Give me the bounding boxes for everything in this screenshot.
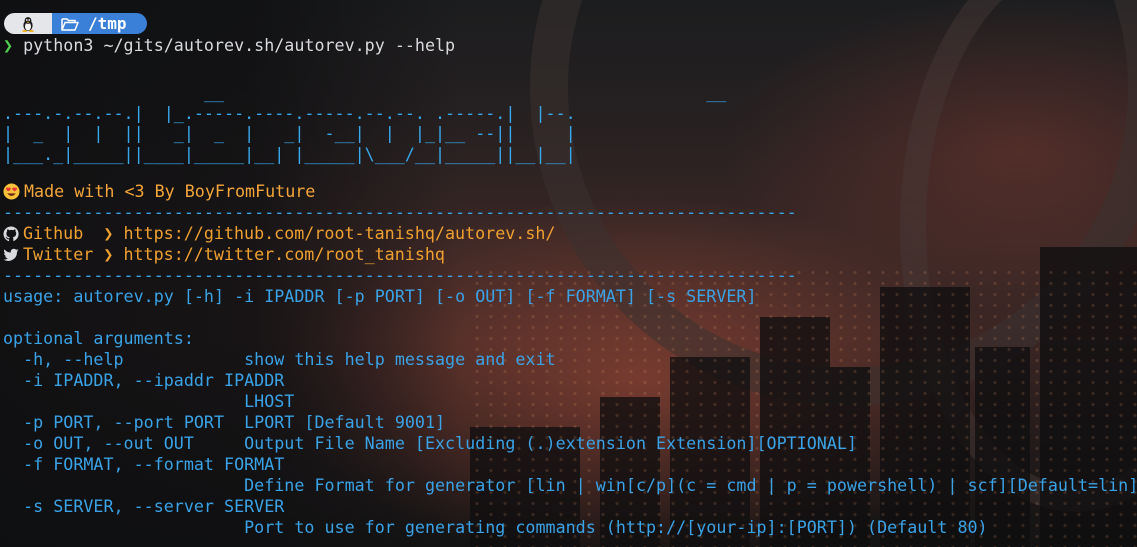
twitter-line: Twitter ❯ https://twitter.com/root_tanis… xyxy=(3,244,445,265)
separator-bottom: ----------------------------------------… xyxy=(3,265,797,285)
linux-tux-icon xyxy=(4,13,52,34)
usage-line: usage: autorev.py [-h] -i IPADDR [-p POR… xyxy=(3,286,757,306)
twitter-bird-icon xyxy=(3,248,19,261)
ascii-banner: __ __ .---.-.--.--.| |_.-----.----.-----… xyxy=(3,82,726,164)
option-format-desc: Define Format for generator [lin | win[c… xyxy=(3,475,1137,495)
heart-eyes-emoji-icon xyxy=(3,183,20,200)
optional-arguments-heading: optional arguments: xyxy=(3,328,194,348)
current-directory: /tmp xyxy=(52,13,147,34)
github-url[interactable]: https://github.com/root-tanishq/autorev.… xyxy=(123,223,555,243)
twitter-label: Twitter ❯ xyxy=(23,244,114,264)
ascii-line: | _ | | || _| _ | _| -__| | |_|__ --|| | xyxy=(3,123,576,143)
github-icon xyxy=(3,226,19,242)
prompt-segment: /tmp xyxy=(4,13,147,34)
option-help: -h, --help show this help message and ex… xyxy=(3,349,556,369)
option-format: -f FORMAT, --format FORMAT xyxy=(3,454,285,474)
ascii-line: .---.-.--.--.| |_.-----.----.-----.--.--… xyxy=(3,102,576,123)
ascii-line: __ __ xyxy=(3,82,727,102)
command-line: ❯ python3 ~/gits/autorev.sh/autorev.py -… xyxy=(3,35,455,56)
option-server: -s SERVER, --server SERVER xyxy=(3,496,285,516)
separator-top: ----------------------------------------… xyxy=(3,202,797,222)
option-port: -p PORT, --port PORT LPORT [Default 9001… xyxy=(3,412,446,432)
directory-label: /tmp xyxy=(88,14,127,33)
ascii-line: |___._|_____||____|_____|__| |_____|\___… xyxy=(3,143,576,164)
github-line: Github ❯ https://github.com/root-tanishq… xyxy=(3,223,555,244)
option-ipaddr: -i IPADDR, --ipaddr IPADDR xyxy=(3,370,285,390)
terminal-window[interactable]: /tmp ❯ python3 ~/gits/autorev.sh/autorev… xyxy=(0,0,1137,547)
option-server-desc: Port to use for generating commands (htt… xyxy=(3,517,988,537)
option-out: -o OUT, --out OUT Output File Name [Excl… xyxy=(3,433,857,453)
github-label: Github ❯ xyxy=(23,223,114,243)
command-text: python3 ~/gits/autorev.sh/autorev.py --h… xyxy=(23,35,456,55)
option-ipaddr-desc: LHOST xyxy=(3,391,295,411)
folder-open-icon xyxy=(61,17,79,31)
credits-line: Made with <3 By BoyFromFuture xyxy=(3,181,315,202)
made-with-text: Made with <3 By BoyFromFuture xyxy=(24,181,316,201)
twitter-url[interactable]: https://twitter.com/root_tanishq xyxy=(123,244,445,264)
prompt-arrow: ❯ xyxy=(3,35,14,55)
